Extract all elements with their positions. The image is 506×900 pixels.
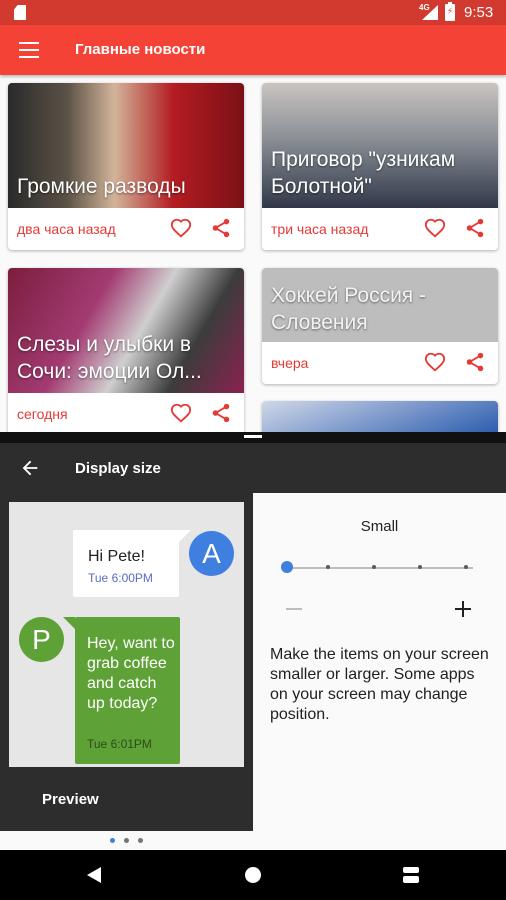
message-text: Hi Pete!	[88, 548, 145, 565]
display-size-slider[interactable]	[281, 559, 476, 575]
news-card[interactable]: Слезы и улыбки в Сочи: эмоции Ол... сего…	[8, 268, 244, 432]
network-type: 4G	[419, 3, 430, 12]
avatar: A	[189, 531, 234, 576]
news-card[interactable]	[262, 401, 498, 432]
page-dot[interactable]	[124, 838, 129, 843]
display-size-pane: Small Make the items on your screen smal…	[253, 493, 506, 850]
navigation-bar	[0, 850, 506, 900]
slider-tick	[418, 565, 422, 569]
news-card[interactable]: Приговор "узникам Болотной" три часа наз…	[262, 83, 498, 250]
heart-outline-icon[interactable]	[424, 351, 446, 373]
sd-card-icon	[14, 5, 26, 20]
arrow-back-icon[interactable]	[19, 457, 41, 479]
news-card[interactable]: Громкие разводы два часа назад	[8, 83, 244, 250]
heart-outline-icon[interactable]	[424, 217, 446, 239]
news-time: вчера	[271, 355, 309, 371]
page-dot[interactable]	[110, 838, 115, 843]
slider-tick	[372, 565, 376, 569]
page-dot[interactable]	[138, 838, 143, 843]
split-screen-divider[interactable]	[0, 432, 506, 443]
settings-title: Display size	[75, 460, 161, 477]
heart-outline-icon[interactable]	[170, 217, 192, 239]
news-grid[interactable]: Громкие разводы два часа назад Приговор …	[0, 75, 506, 432]
page-indicator	[0, 831, 253, 850]
increase-size-button[interactable]	[455, 601, 471, 617]
message-text: Hey, want to grab coffee and catch up to…	[87, 635, 175, 712]
share-icon[interactable]	[464, 217, 486, 239]
preview-label: Preview	[42, 791, 99, 808]
app-bar: Главные новости	[0, 25, 506, 75]
settings-toolbar: Display size	[0, 443, 506, 493]
card-footer: сегодня	[8, 393, 244, 432]
news-card[interactable]: Хоккей Россия - Словения вчера	[262, 268, 498, 384]
nav-back-icon[interactable]	[87, 867, 101, 883]
news-time: два часа назад	[17, 221, 116, 237]
slider-tick	[464, 565, 468, 569]
news-image: Приговор "узникам Болотной"	[262, 83, 498, 208]
incoming-message-bubble: Hi Pete! Tue 6:00PM	[73, 530, 191, 597]
news-title: Слезы и улыбки в Сочи: эмоции Ол...	[17, 333, 202, 383]
slider-tick	[326, 565, 330, 569]
nav-home-icon[interactable]	[245, 867, 261, 883]
share-icon[interactable]	[210, 402, 232, 424]
preview-conversation: Hi Pete! Tue 6:00PM A P Hey, want to gra…	[9, 502, 244, 767]
message-time: Tue 6:01PM	[87, 737, 152, 751]
news-image: Слезы и улыбки в Сочи: эмоции Ол...	[8, 268, 244, 393]
news-title: Хоккей Россия - Словения	[271, 284, 426, 334]
slider-thumb[interactable]	[281, 561, 293, 573]
nav-split-screen-icon[interactable]	[403, 867, 419, 883]
battery-charging-icon	[445, 2, 455, 21]
news-image	[262, 401, 498, 432]
news-time: три часа назад	[271, 221, 369, 237]
preview-pane: Hi Pete! Tue 6:00PM A P Hey, want to gra…	[0, 493, 253, 831]
status-bar: 4G 9:53	[0, 0, 506, 25]
hamburger-menu-icon[interactable]	[19, 42, 39, 58]
news-title: Громкие разводы	[17, 175, 186, 198]
news-time: сегодня	[17, 406, 68, 422]
message-time: Tue 6:00PM	[88, 571, 153, 585]
app-title: Главные новости	[75, 41, 206, 58]
news-image: Хоккей Россия - Словения	[262, 268, 498, 342]
card-footer: три часа назад	[262, 208, 498, 250]
screen: 4G 9:53 Главные новости Громкие разводы …	[0, 0, 506, 900]
heart-outline-icon[interactable]	[170, 402, 192, 424]
divider-handle[interactable]	[244, 435, 262, 438]
share-icon[interactable]	[210, 217, 232, 239]
news-image: Громкие разводы	[8, 83, 244, 208]
card-footer: два часа назад	[8, 208, 244, 250]
share-icon[interactable]	[464, 351, 486, 373]
card-footer: вчера	[262, 342, 498, 384]
slider-track	[286, 567, 473, 569]
decrease-size-button[interactable]	[286, 608, 302, 610]
size-description: Make the items on your screen smaller or…	[270, 646, 489, 723]
news-title: Приговор "узникам Болотной"	[271, 148, 456, 198]
avatar: P	[19, 617, 64, 662]
status-time: 9:53	[464, 4, 494, 21]
outgoing-message-bubble: Hey, want to grab coffee and catch up to…	[63, 617, 180, 764]
current-size-label: Small	[360, 518, 399, 535]
